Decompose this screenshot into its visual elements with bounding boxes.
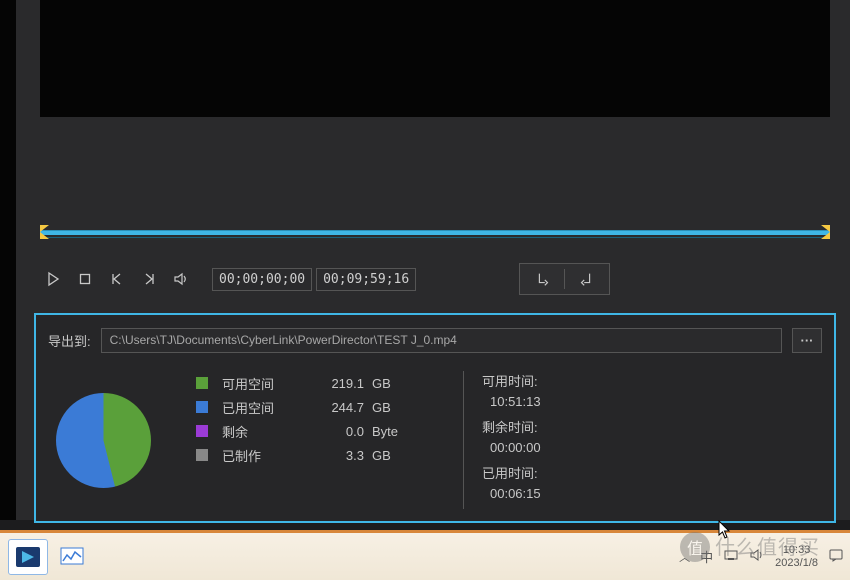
- notification-icon[interactable]: [828, 547, 844, 566]
- stop-button[interactable]: [72, 266, 98, 292]
- time-stats: 可用时间: 10:51:13 剩余时间: 00:00:00 已用时间: 00:0…: [474, 371, 541, 509]
- mark-out-icon: [577, 270, 595, 288]
- mark-in-out-group: [519, 263, 610, 295]
- powerdirector-icon: [15, 546, 41, 568]
- monitor-icon: [60, 547, 84, 567]
- stats-row: 可用空间 219.1 GB 已用空间 244.7 GB 剩余 0.0 Byte: [48, 371, 822, 509]
- taskbar-date: 2023/1/8: [775, 557, 818, 570]
- timecode-group: 00;00;00;00 00;09;59;16: [212, 268, 416, 291]
- speaker-icon[interactable]: [749, 548, 765, 565]
- remaining-time-value: 00:00:00: [482, 440, 541, 463]
- in-point-marker[interactable]: [40, 225, 49, 239]
- used-time-value: 00:06:15: [482, 486, 541, 509]
- divider: [463, 371, 464, 509]
- remaining-time-label: 剩余时间:: [482, 417, 541, 440]
- swatch-green: [196, 377, 208, 389]
- taskbar-time: 10:33: [775, 544, 818, 557]
- export-path-field[interactable]: C:\Users\TJ\Documents\CyberLink\PowerDir…: [101, 328, 782, 353]
- export-label: 导出到:: [48, 331, 91, 350]
- timeline[interactable]: [40, 223, 830, 243]
- next-frame-icon: [141, 271, 157, 287]
- export-panel: 导出到: C:\Users\TJ\Documents\CyberLink\Pow…: [34, 313, 836, 523]
- taskbar-clock[interactable]: 10:33 2023/1/8: [775, 544, 818, 570]
- mark-in-icon: [534, 270, 552, 288]
- used-time-label: 已用时间:: [482, 463, 541, 486]
- network-icon[interactable]: [723, 548, 739, 565]
- legend-produced: 已制作 3.3 GB: [196, 443, 453, 467]
- tray-chevron-icon[interactable]: ︿: [679, 549, 690, 565]
- playback-controls: 00;00;00;00 00;09;59;16: [40, 259, 830, 299]
- timeline-track[interactable]: [40, 231, 830, 235]
- prev-frame-button[interactable]: [104, 266, 130, 292]
- stop-icon: [77, 271, 93, 287]
- legend-available: 可用空间 219.1 GB: [196, 371, 453, 395]
- ime-indicator[interactable]: 中: [700, 547, 713, 566]
- volume-button[interactable]: [168, 266, 194, 292]
- preview-lower-area: [34, 117, 836, 223]
- mark-in-button[interactable]: [524, 264, 562, 294]
- available-time-label: 可用时间:: [482, 371, 541, 394]
- play-icon: [45, 271, 61, 287]
- swatch-gray: [196, 449, 208, 461]
- legend-used: 已用空间 244.7 GB: [196, 395, 453, 419]
- swatch-purple: [196, 425, 208, 437]
- mark-out-button[interactable]: [567, 264, 605, 294]
- play-button[interactable]: [40, 266, 66, 292]
- system-tray: ︿ 中 10:33 2023/1/8: [679, 544, 844, 570]
- volume-icon: [173, 271, 189, 287]
- next-frame-button[interactable]: [136, 266, 162, 292]
- taskbar-app-monitor[interactable]: [52, 539, 92, 575]
- divider: [564, 269, 565, 289]
- swatch-blue: [196, 401, 208, 413]
- taskbar[interactable]: ︿ 中 10:33 2023/1/8: [0, 532, 850, 580]
- disk-legend: 可用空间 219.1 GB 已用空间 244.7 GB 剩余 0.0 Byte: [158, 371, 453, 509]
- export-path-row: 导出到: C:\Users\TJ\Documents\CyberLink\Pow…: [48, 323, 822, 357]
- main-panel: 00;00;00;00 00;09;59;16 导出到: C:\Use: [16, 0, 850, 520]
- disk-usage-pie: [56, 393, 151, 488]
- timecode-current[interactable]: 00;00;00;00: [212, 268, 312, 291]
- prev-frame-icon: [109, 271, 125, 287]
- browse-button[interactable]: ···: [792, 328, 822, 353]
- available-time-value: 10:51:13: [482, 394, 541, 417]
- left-rail: [0, 0, 16, 520]
- timecode-duration[interactable]: 00;09;59;16: [316, 268, 416, 291]
- video-preview[interactable]: [40, 0, 830, 117]
- taskbar-app-powerdirector[interactable]: [8, 539, 48, 575]
- legend-remaining: 剩余 0.0 Byte: [196, 419, 453, 443]
- out-point-marker[interactable]: [821, 225, 830, 239]
